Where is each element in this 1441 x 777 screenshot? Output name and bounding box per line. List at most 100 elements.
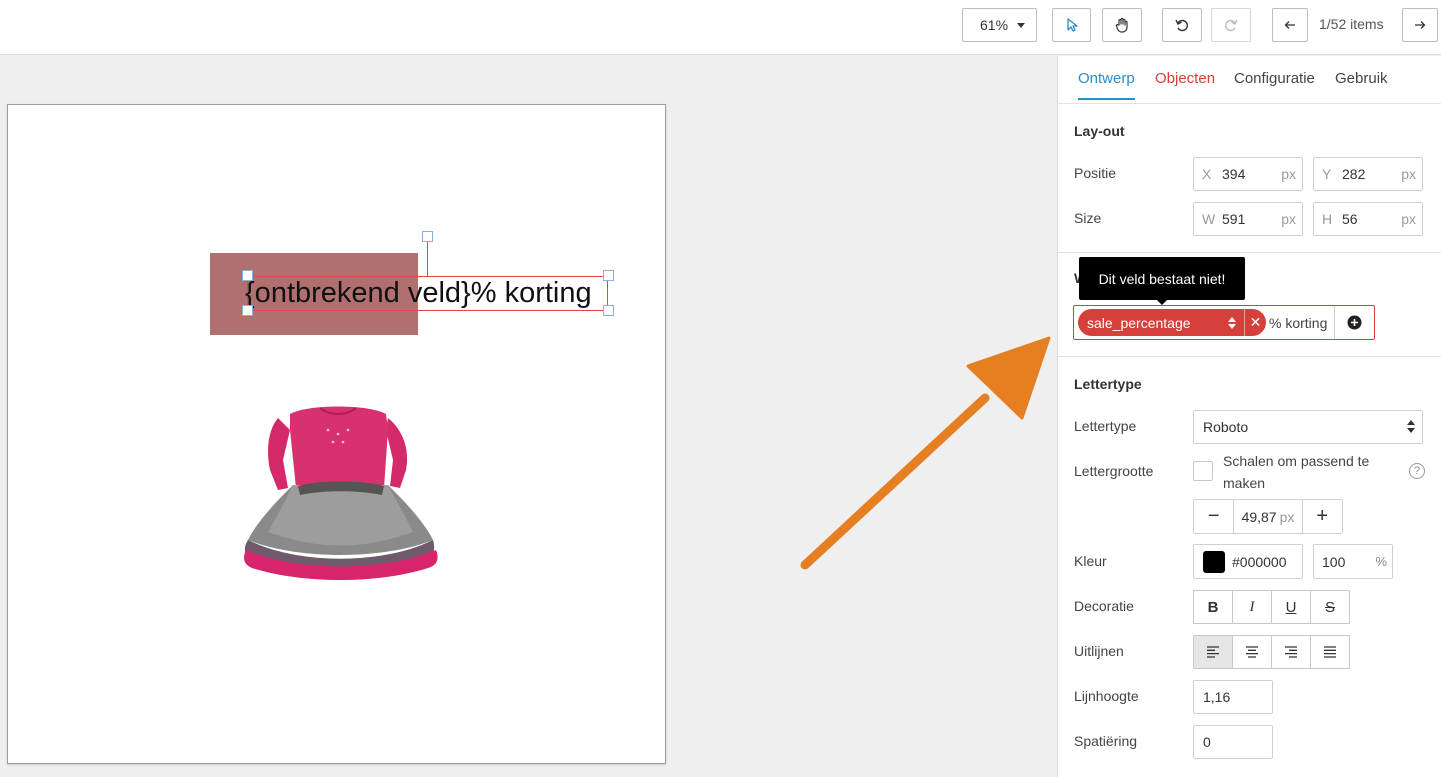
align-justify-icon[interactable]: [1310, 635, 1350, 669]
underline-icon[interactable]: U: [1271, 590, 1311, 624]
arrow-left-icon: [1284, 21, 1295, 29]
font-size-number: 49,87: [1241, 508, 1277, 525]
font-section-title: Lettertype: [1074, 376, 1142, 392]
resize-handle-top-right[interactable]: [603, 270, 614, 281]
pan-tool-button[interactable]: [1102, 8, 1142, 42]
rotation-line: [427, 241, 428, 276]
error-tooltip: Dit veld bestaat niet!: [1079, 257, 1245, 300]
h-value: 56: [1342, 211, 1358, 227]
resize-handle-top-left[interactable]: [242, 270, 253, 281]
redo-button[interactable]: [1211, 8, 1251, 42]
height-field[interactable]: H 56 px: [1313, 202, 1423, 236]
align-left-icon[interactable]: [1193, 635, 1233, 669]
undo-button[interactable]: [1162, 8, 1202, 42]
token-suffix-text[interactable]: % korting: [1269, 315, 1327, 331]
tab-configuratie[interactable]: Configuratie: [1234, 70, 1315, 98]
w-value: 591: [1222, 211, 1246, 227]
help-icon[interactable]: ?: [1409, 463, 1425, 479]
decoration-label: Decoratie: [1074, 598, 1134, 614]
rotate-handle[interactable]: [422, 231, 433, 242]
unit-suffix: px: [1401, 166, 1416, 182]
opacity-unit: %: [1375, 554, 1387, 569]
line-height-input[interactable]: 1,16: [1193, 680, 1273, 714]
unit-suffix: px: [1281, 166, 1296, 182]
product-image[interactable]: [238, 400, 443, 580]
value-token-input[interactable]: sale_percentage ✕ % korting: [1073, 305, 1375, 340]
letter-spacing-label: Spatiëring: [1074, 733, 1138, 749]
canvas-text-element[interactable]: {ontbrekend veld}% korting: [245, 275, 592, 311]
line-height-label: Lijnhoogte: [1074, 688, 1139, 704]
y-prefix: Y: [1322, 166, 1332, 182]
tab-objecten[interactable]: Objecten: [1155, 70, 1215, 98]
y-value: 282: [1342, 166, 1366, 182]
color-hex-value: #000000: [1232, 553, 1287, 570]
font-size-stepper[interactable]: − 49,87 px +: [1193, 499, 1343, 534]
layout-section-title: Lay-out: [1074, 123, 1125, 139]
font-size-value[interactable]: 49,87 px: [1233, 500, 1303, 533]
hand-icon: [1115, 17, 1128, 33]
opacity-value: 100: [1322, 553, 1346, 570]
caret-down-icon: [1017, 23, 1025, 28]
line-height-value: 1,16: [1203, 689, 1231, 705]
alignment-buttons: [1193, 635, 1350, 669]
add-token-button[interactable]: [1334, 306, 1374, 339]
divider: [1058, 356, 1441, 357]
decrement-button[interactable]: −: [1194, 500, 1233, 533]
color-picker-field[interactable]: #000000: [1193, 544, 1303, 579]
h-prefix: H: [1322, 211, 1333, 227]
decoration-buttons: B I U S: [1193, 590, 1350, 624]
color-swatch[interactable]: [1203, 550, 1225, 573]
position-label: Positie: [1074, 165, 1117, 181]
tab-gebruik[interactable]: Gebruik: [1335, 70, 1388, 98]
top-toolbar: 61% 1/52 items: [0, 0, 1441, 55]
arrow-right-icon: [1415, 21, 1426, 29]
x-position-field[interactable]: X 394 px: [1193, 157, 1303, 191]
italic-icon[interactable]: I: [1232, 590, 1272, 624]
unit-suffix: px: [1281, 211, 1296, 227]
x-value: 394: [1222, 166, 1246, 182]
sort-icon[interactable]: [1224, 316, 1240, 329]
y-position-field[interactable]: Y 282 px: [1313, 157, 1423, 191]
letter-spacing-value: 0: [1203, 734, 1211, 750]
token-label: sale_percentage: [1087, 314, 1191, 331]
plus-circle-icon: [1347, 315, 1362, 330]
panel-tabs: Ontwerp Objecten Configuratie Gebruik: [1058, 56, 1441, 104]
font-family-select[interactable]: Roboto: [1193, 410, 1423, 444]
close-icon[interactable]: ✕: [1244, 309, 1266, 336]
scale-to-fit-label[interactable]: Schalen om passend te maken: [1223, 450, 1398, 494]
opacity-field[interactable]: 100 %: [1313, 544, 1393, 579]
align-right-icon[interactable]: [1271, 635, 1311, 669]
divider: [1058, 252, 1441, 253]
previous-item-button[interactable]: [1272, 8, 1308, 42]
font-size-label: Lettergrootte: [1074, 463, 1154, 479]
next-item-button[interactable]: [1402, 8, 1438, 42]
color-label: Kleur: [1074, 553, 1107, 569]
strikethrough-icon[interactable]: S: [1310, 590, 1350, 624]
letter-spacing-input[interactable]: 0: [1193, 725, 1273, 759]
width-field[interactable]: W 591 px: [1193, 202, 1303, 236]
font-label: Lettertype: [1074, 418, 1137, 434]
zoom-value: 61%: [980, 17, 1009, 33]
x-prefix: X: [1202, 166, 1212, 182]
bold-icon[interactable]: B: [1193, 590, 1233, 624]
orange-arrow-annotation: [800, 336, 1051, 570]
cursor-icon: [1066, 18, 1078, 32]
scale-to-fit-checkbox[interactable]: [1193, 461, 1213, 481]
tab-ontwerp[interactable]: Ontwerp: [1078, 70, 1135, 100]
w-prefix: W: [1202, 211, 1216, 227]
field-token[interactable]: sale_percentage ✕: [1078, 309, 1266, 336]
pagination-label: 1/52 items: [1319, 16, 1384, 32]
increment-button[interactable]: +: [1303, 500, 1342, 533]
zoom-dropdown[interactable]: 61%: [962, 8, 1037, 42]
align-label: Uitlijnen: [1074, 643, 1124, 659]
size-label: Size: [1074, 210, 1102, 226]
resize-handle-bottom-left[interactable]: [242, 305, 253, 316]
unit-suffix: px: [1401, 211, 1416, 227]
select-tool-button[interactable]: [1052, 8, 1091, 42]
font-size-unit: px: [1279, 508, 1295, 525]
select-arrows-icon: [1407, 420, 1415, 433]
font-family-value: Roboto: [1203, 419, 1249, 435]
resize-handle-bottom-right[interactable]: [603, 305, 614, 316]
redo-icon: [1225, 19, 1238, 32]
align-center-icon[interactable]: [1232, 635, 1272, 669]
